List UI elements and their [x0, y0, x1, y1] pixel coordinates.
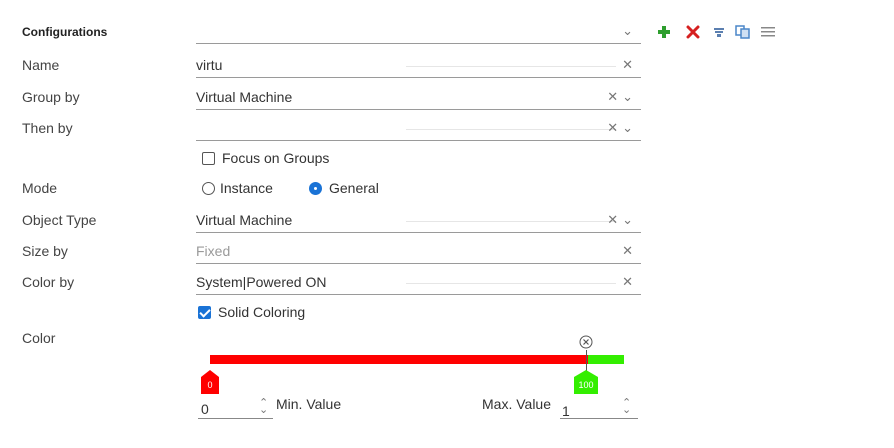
- then-by-label: Then by: [22, 120, 73, 136]
- mode-general-label: General: [329, 180, 379, 196]
- mode-instance-label: Instance: [220, 180, 273, 196]
- focus-groups-checkbox[interactable]: [202, 152, 215, 165]
- max-marker-label: 100: [578, 380, 594, 390]
- add-icon[interactable]: [656, 24, 672, 40]
- color-by-value: System|Powered ON: [196, 274, 327, 290]
- page-title: Configurations: [22, 25, 108, 39]
- color-scale-min-segment: [210, 355, 588, 364]
- min-value-input[interactable]: 0 ⌃ ⌄: [198, 398, 273, 419]
- focus-groups-label: Focus on Groups: [222, 150, 330, 166]
- divider: [406, 66, 616, 67]
- min-value: 0: [201, 401, 209, 417]
- group-by-select[interactable]: Virtual Machine ✕⌄: [196, 88, 641, 110]
- chevron-down-icon[interactable]: ⌄: [622, 23, 637, 39]
- group-by-value: Virtual Machine: [196, 89, 293, 105]
- stepper-icon[interactable]: ⌃ ⌄: [259, 398, 268, 416]
- clear-chevron-icon[interactable]: ✕⌄: [607, 212, 637, 228]
- max-marker[interactable]: 100: [574, 370, 598, 394]
- max-value: 1: [562, 403, 570, 419]
- stepper-icon[interactable]: ⌃ ⌄: [622, 398, 631, 416]
- name-label: Name: [22, 57, 60, 73]
- name-value: virtu: [196, 57, 223, 73]
- min-marker-label: 0: [207, 380, 213, 390]
- divider: [406, 221, 616, 222]
- color-by-input[interactable]: System|Powered ON ✕: [196, 273, 641, 295]
- solid-coloring-checkbox[interactable]: [198, 306, 211, 319]
- copy-icon[interactable]: [735, 24, 751, 40]
- mode-label: Mode: [22, 180, 58, 196]
- color-label: Color: [22, 330, 56, 346]
- mode-general-radio[interactable]: [309, 182, 322, 195]
- clear-chevron-icon[interactable]: ✕⌄: [607, 120, 637, 136]
- min-marker[interactable]: 0: [201, 370, 219, 394]
- clear-icon[interactable]: ✕: [622, 243, 637, 259]
- object-type-label: Object Type: [22, 212, 97, 228]
- filter-icon[interactable]: [711, 24, 727, 40]
- delete-icon[interactable]: [685, 24, 701, 40]
- name-input[interactable]: virtu ✕: [196, 56, 641, 78]
- divider: [406, 129, 616, 130]
- remove-stop-icon[interactable]: [579, 335, 593, 349]
- divider: [406, 283, 616, 284]
- max-value-label: Max. Value: [482, 396, 551, 412]
- min-value-label: Min. Value: [276, 396, 342, 412]
- clear-chevron-icon[interactable]: ✕⌄: [607, 89, 637, 105]
- size-by-placeholder: Fixed: [196, 243, 231, 259]
- color-scale-max-segment: [588, 355, 624, 364]
- size-by-input[interactable]: Fixed ✕: [196, 242, 641, 264]
- color-by-label: Color by: [22, 274, 75, 290]
- object-type-value: Virtual Machine: [196, 212, 293, 228]
- group-by-label: Group by: [22, 89, 80, 105]
- size-by-label: Size by: [22, 243, 68, 259]
- clear-icon[interactable]: ✕: [622, 274, 637, 290]
- clear-icon[interactable]: ✕: [622, 57, 637, 73]
- object-type-select[interactable]: Virtual Machine ✕⌄: [196, 211, 641, 233]
- then-by-select[interactable]: ✕⌄: [196, 119, 641, 141]
- mode-instance-radio[interactable]: [202, 182, 215, 195]
- solid-coloring-label: Solid Coloring: [218, 304, 306, 320]
- max-value-input[interactable]: 1 ⌃ ⌄: [560, 398, 638, 419]
- menu-icon[interactable]: [760, 24, 776, 40]
- configuration-select[interactable]: ⌄: [196, 22, 641, 44]
